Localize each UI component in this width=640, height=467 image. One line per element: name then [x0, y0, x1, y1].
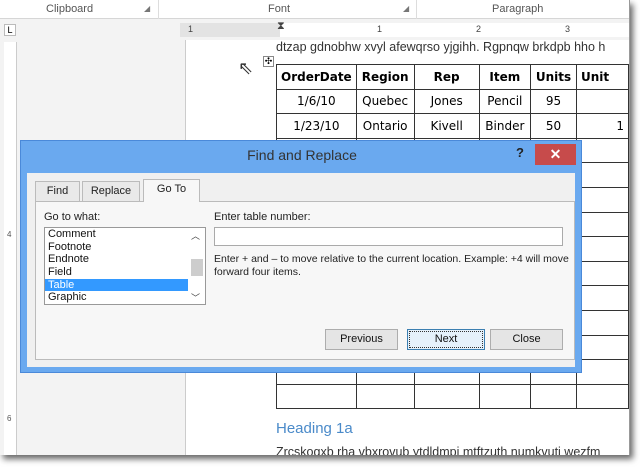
cell: 1: [576, 113, 629, 139]
header-cell: Item: [478, 64, 531, 90]
ruler-mark: 3: [565, 24, 571, 34]
list-item[interactable]: Comment: [45, 228, 188, 241]
cell: Quebec: [355, 88, 415, 115]
ruler-mark: 1: [377, 24, 383, 34]
table-number-input[interactable]: [214, 227, 563, 246]
table-row: 1/23/10 Ontario Kivell Binder 50 1: [276, 113, 629, 139]
cell: 95: [529, 88, 578, 115]
dialog-title: Find and Replace: [247, 147, 357, 163]
list-item[interactable]: Footnote: [45, 241, 188, 254]
header-cell: Rep: [413, 64, 480, 90]
cell: Kivell: [413, 113, 480, 139]
list-item[interactable]: Field: [45, 266, 188, 279]
cell: [576, 88, 629, 115]
scroll-down-icon[interactable]: ﹀: [191, 291, 200, 304]
list-item[interactable]: Graphic: [45, 291, 188, 304]
next-button[interactable]: Next: [407, 329, 485, 350]
ruler-mark: 2: [476, 24, 482, 34]
header-cell: Region: [355, 64, 415, 90]
table-row: 1/6/10 Quebec Jones Pencil 95: [276, 88, 629, 115]
ribbon-group-labels: Clipboard ◢ Font ◢ Paragraph: [0, 0, 629, 19]
goto-panel: Go to what: Comment Footnote Endnote Fie…: [35, 201, 575, 360]
font-group-label: Font: [268, 3, 291, 15]
cell: 1/6/10: [276, 88, 357, 115]
tab-stop-selector[interactable]: L: [4, 24, 16, 36]
header-cell: Units: [529, 64, 578, 90]
close-icon[interactable]: ✕: [535, 144, 576, 165]
cell: Binder: [478, 113, 531, 139]
heading-1a: Heading 1a: [276, 420, 353, 437]
vertical-ruler[interactable]: 4 6: [4, 42, 17, 455]
table-row: [276, 383, 629, 410]
ruler-mark: 4: [7, 230, 12, 239]
list-scrollbar[interactable]: ︿ ﹀: [189, 228, 205, 304]
find-replace-dialog: Find and Replace ? ✕ Find Replace Go To …: [20, 140, 582, 373]
list-item[interactable]: Endnote: [45, 253, 188, 266]
font-launcher-icon[interactable]: ◢: [403, 4, 409, 13]
tab-replace[interactable]: Replace: [82, 181, 140, 201]
clipboard-launcher-icon[interactable]: ◢: [144, 4, 150, 13]
cell: Ontario: [355, 113, 415, 139]
list-item-selected[interactable]: Table: [45, 278, 188, 292]
word-window: Clipboard ◢ Font ◢ Paragraph L 1 ⧗ 1 2 3…: [0, 0, 630, 455]
paragraph-group-label: Paragraph: [492, 3, 544, 15]
cell: Pencil: [478, 88, 531, 115]
table-header-row: OrderDate Region Rep Item Units Unit: [276, 64, 629, 90]
table-move-handle-icon[interactable]: ✣: [263, 56, 274, 67]
cell: Jones: [413, 88, 480, 115]
scroll-up-icon[interactable]: ︿: [191, 229, 200, 242]
table-number-label: Enter table number:: [214, 211, 311, 223]
help-button[interactable]: ?: [516, 145, 524, 160]
body-paragraph: dtzap gdnobhw xvyl afewqrso yjgihh. Rgpn…: [276, 40, 606, 54]
mouse-pointer-icon: ⇖: [238, 58, 254, 78]
indent-marker-icon[interactable]: ⧗: [277, 20, 285, 33]
clipboard-group-label: Clipboard: [46, 3, 94, 15]
header-cell: OrderDate: [276, 64, 357, 90]
goto-what-list[interactable]: Comment Footnote Endnote Field Table Gra…: [44, 227, 206, 305]
close-button[interactable]: Close: [490, 329, 563, 350]
horizontal-ruler[interactable]: 1 ⧗ 1 2 3: [180, 20, 629, 37]
ruler-mark: 6: [7, 414, 12, 423]
body-paragraph: Zrcskogxb rha vbxrovub ytdldmpi mtftzuth…: [276, 445, 601, 455]
tab-goto[interactable]: Go To: [143, 179, 200, 202]
header-cell: Unit: [576, 64, 629, 90]
cell: 1/23/10: [276, 113, 357, 139]
ruler-mark: 1: [188, 24, 194, 34]
scroll-thumb[interactable]: [191, 259, 203, 276]
hint-text: Enter + and – to move relative to the cu…: [214, 253, 569, 278]
cell: 50: [529, 113, 578, 139]
tab-find[interactable]: Find: [35, 181, 80, 201]
previous-button[interactable]: Previous: [325, 329, 398, 350]
goto-what-label: Go to what:: [44, 211, 101, 223]
